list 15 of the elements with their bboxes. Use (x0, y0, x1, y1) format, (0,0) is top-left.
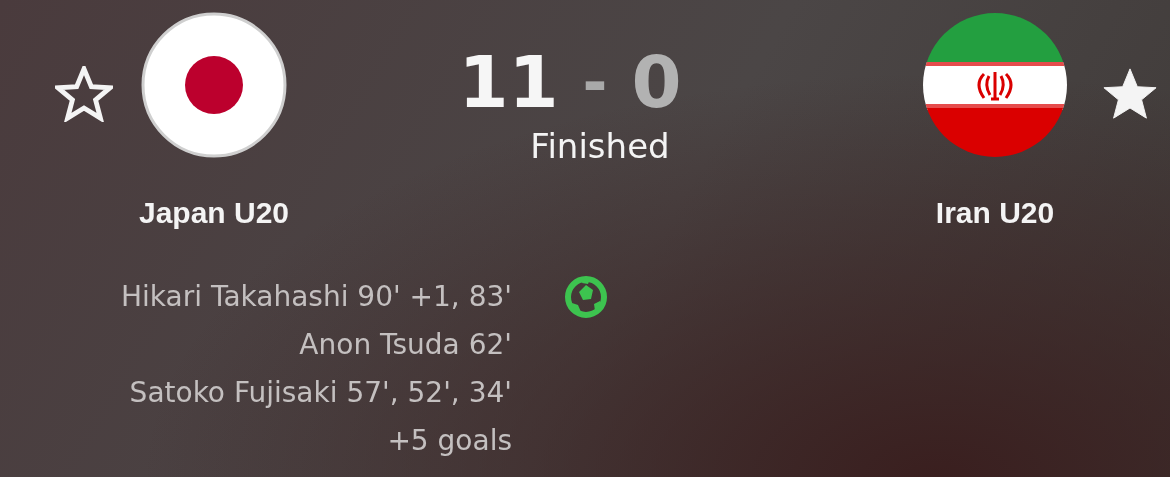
score-separator: - (582, 46, 608, 119)
more-goals-link[interactable]: +5 goals (387, 417, 512, 465)
goal-scorer: Satoko Fujisaki 57', 52', 34' (129, 375, 512, 411)
goal-scorer: Anon Tsuda 62' (299, 327, 512, 363)
team-name: Iran U20 (935, 196, 1055, 230)
goal-scorer: Hikari Takahashi 90' +1, 83' (121, 279, 512, 315)
flag-icon (922, 12, 1068, 158)
flag-icon (141, 12, 287, 158)
away-score: 0 (631, 42, 682, 122)
filled-star-icon[interactable] (1101, 66, 1159, 122)
match-status: Finished (530, 126, 670, 166)
home-score: 11 (458, 42, 559, 122)
soccer-ball-icon (564, 275, 608, 319)
star-outline-icon[interactable] (55, 66, 113, 122)
team-name: Japan U20 (138, 196, 290, 230)
